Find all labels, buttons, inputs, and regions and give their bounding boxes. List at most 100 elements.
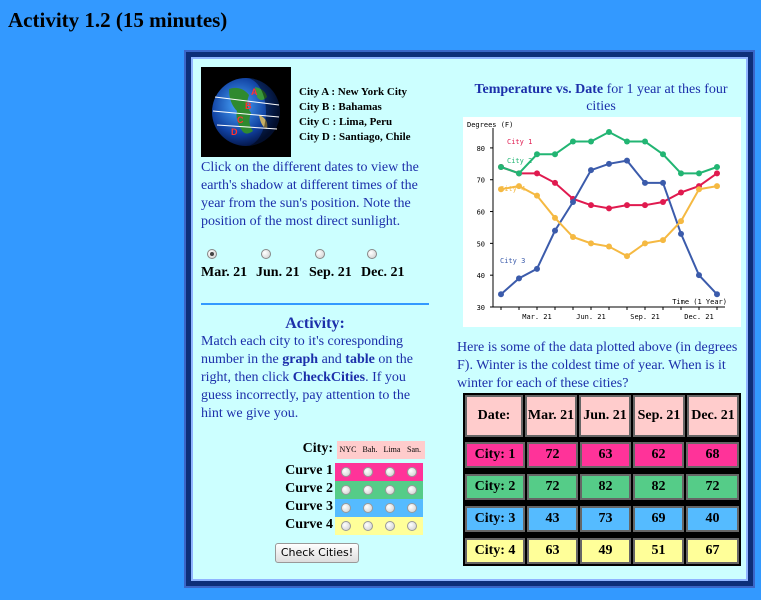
header-nyc: NYC [337, 441, 359, 459]
radio-curve1-lima[interactable] [385, 467, 395, 477]
data-point-city1 [606, 205, 612, 212]
table-header-dec21: Dec. 21 [687, 395, 739, 437]
radio-curve3-nyc[interactable] [341, 503, 351, 513]
curve-2-options [335, 481, 425, 499]
radio-curve2-nyc[interactable] [341, 485, 351, 495]
data-point-city1 [642, 202, 648, 209]
activity-text-graph: graph [282, 352, 319, 367]
radio-jun21[interactable] [261, 249, 271, 259]
table-city4-label: City: 4 [465, 538, 525, 564]
curve-4-options [335, 517, 425, 535]
series-label-city4: City 4 [500, 185, 525, 193]
radio-curve3-bah[interactable] [363, 503, 373, 513]
table-cell: 82 [580, 474, 631, 500]
match-header-row: City: NYC Bah. Lima San. [233, 441, 425, 459]
curve-2-cell-nyc [335, 481, 357, 499]
data-point-city4 [660, 237, 666, 244]
data-point-city3 [498, 291, 504, 298]
radio-curve1-bah[interactable] [363, 467, 373, 477]
x-axis-label: Time (1 Year) [672, 298, 727, 306]
table-cell: 73 [580, 506, 631, 532]
data-point-city1 [552, 179, 558, 186]
data-point-city2 [660, 151, 666, 158]
temperature-chart: Degrees (F) Time (1 Year) 30 40 50 60 70 80 Mar.… [463, 117, 741, 327]
radio-curve2-lima[interactable] [385, 485, 395, 495]
radio-curve2-bah[interactable] [363, 485, 373, 495]
radio-mar21[interactable] [207, 249, 217, 259]
header-lima: Lima [381, 441, 403, 459]
data-point-city1 [660, 199, 666, 205]
city-b-label: City B : Bahamas [299, 101, 382, 113]
curve-1-cell-lima [379, 463, 401, 481]
radio-curve1-nyc[interactable] [341, 467, 351, 477]
curve-row-2: Curve 2 [233, 481, 423, 499]
table-city2-label: City: 2 [465, 474, 525, 500]
date-label-dec21[interactable]: Dec. 21 [361, 265, 405, 281]
series-line-city3 [500, 159, 718, 296]
curve-1-options [335, 463, 425, 481]
date-label-mar21[interactable]: Mar. 21 [201, 265, 247, 281]
curve-3-cell-lima [379, 499, 401, 517]
data-point-city4 [606, 243, 612, 250]
series-label-city2: City 2 [507, 157, 532, 165]
curve-2-cell-lima [379, 481, 401, 499]
curve-2-cell-san [401, 481, 423, 499]
data-point-city2 [606, 129, 612, 135]
y-tick-label: 30 [477, 304, 485, 312]
data-point-city4 [570, 234, 576, 240]
check-cities-button[interactable]: Check Cities! [275, 543, 359, 563]
table-cell: 82 [633, 474, 684, 500]
date-label-jun21[interactable]: Jun. 21 [256, 265, 300, 281]
data-point-city2 [642, 138, 648, 145]
y-tick-label: 80 [477, 145, 485, 153]
x-tick-label: Jun. 21 [576, 313, 606, 321]
date-selector: Mar. 21 Jun. 21 Sep. 21 Dec. 21 [201, 245, 441, 285]
y-axis-label: Degrees (F) [467, 121, 513, 129]
data-point-city3 [606, 160, 612, 167]
table-header-date: Date: [465, 395, 523, 437]
curve-3-cell-bah [357, 499, 379, 517]
data-point-city2 [624, 138, 630, 145]
table-cell: 72 [527, 474, 578, 500]
radio-curve2-san[interactable] [407, 485, 417, 495]
curve-1-cell-nyc [335, 463, 357, 481]
curve-3-cell-nyc [335, 499, 357, 517]
data-point-city3 [714, 291, 720, 298]
curve-2-label: Curve 2 [285, 481, 333, 496]
table-header-row: Date: Mar. 21 Jun. 21 Sep. 21 Dec. 21 [465, 395, 739, 437]
radio-curve4-lima[interactable] [385, 521, 395, 531]
curve-4-cell-san [401, 517, 423, 535]
data-point-city2 [498, 164, 504, 170]
temperature-table: Date: Mar. 21 Jun. 21 Sep. 21 Dec. 21 Ci… [463, 393, 741, 566]
series-label-city3: City 3 [500, 257, 525, 265]
radio-dec21[interactable] [367, 249, 377, 259]
temperature-chart-svg: Degrees (F) Time (1 Year) 30 40 50 60 70 80 Mar.… [467, 121, 727, 321]
data-point-city2 [714, 164, 720, 170]
data-point-city3 [588, 167, 594, 174]
table-city3-label: City: 3 [465, 506, 525, 532]
data-point-city2 [678, 170, 684, 177]
radio-curve3-lima[interactable] [385, 503, 395, 513]
activity-frame: A B C D City A : New York City City B : … [184, 50, 755, 588]
radio-curve3-san[interactable] [407, 503, 417, 513]
curve-4-cell-lima [379, 517, 401, 535]
city-list: City A : New York City City B : Bahamas … [299, 85, 411, 145]
radio-sep21[interactable] [315, 249, 325, 259]
table-cell: 62 [633, 442, 684, 468]
data-point-city4 [624, 253, 630, 260]
radio-curve4-bah[interactable] [363, 521, 373, 531]
data-point-city2 [516, 170, 522, 177]
table-row-city4: City: 4 63 49 51 67 [465, 538, 739, 564]
data-point-city2 [588, 138, 594, 145]
svg-text:B: B [245, 101, 252, 111]
radio-curve4-san[interactable] [407, 521, 417, 531]
date-label-sep21[interactable]: Sep. 21 [309, 265, 352, 281]
header-san: San. [403, 441, 425, 459]
radio-curve1-san[interactable] [407, 467, 417, 477]
data-point-city1 [534, 170, 540, 177]
radio-curve4-nyc[interactable] [341, 521, 351, 531]
curve-2-cell-bah [357, 481, 379, 499]
table-cell: 43 [527, 506, 578, 532]
city-a-label: City A : New York City [299, 86, 408, 98]
activity-heading: Activity: [285, 315, 345, 332]
